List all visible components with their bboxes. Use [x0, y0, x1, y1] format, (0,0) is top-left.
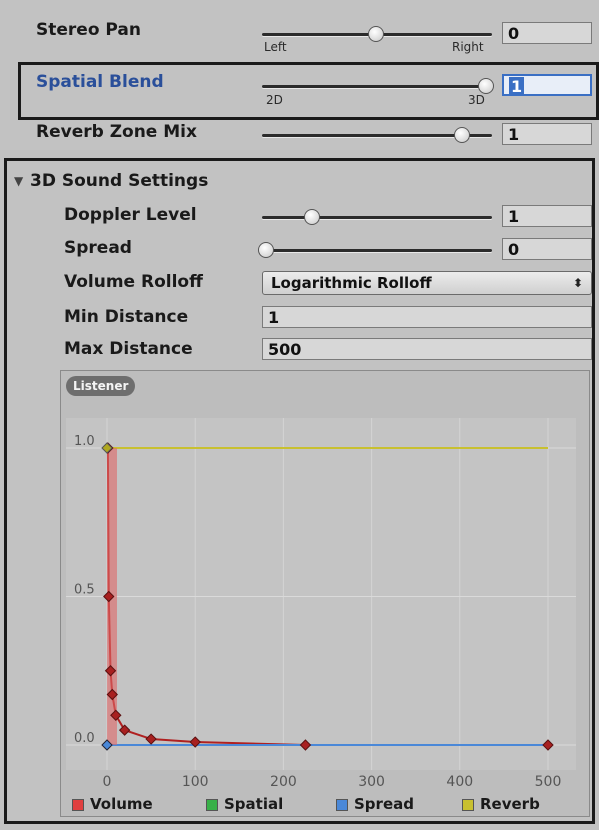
- legend-swatch-spatial: [206, 798, 218, 811]
- stereo-pan-right-tick: Right: [452, 40, 484, 54]
- spread-value-field[interactable]: 0: [502, 238, 592, 260]
- legend-item-volume: Volume: [72, 795, 153, 813]
- min-distance-field[interactable]: 1: [262, 306, 592, 328]
- reverb-zone-mix-label: Reverb Zone Mix: [36, 122, 197, 142]
- stereo-pan-left-tick: Left: [264, 40, 287, 54]
- legend-label-spread: Spread: [354, 795, 414, 813]
- foldout-triangle-icon[interactable]: ▼: [14, 174, 23, 188]
- spatial-blend-right-tick: 3D: [468, 93, 485, 107]
- spatial-blend-slider-thumb[interactable]: [478, 78, 494, 94]
- max-distance-field[interactable]: 500: [262, 338, 592, 360]
- legend-label-volume: Volume: [90, 795, 153, 813]
- legend-item-reverb: Reverb: [462, 795, 540, 813]
- legend-item-spatial: Spatial: [206, 795, 283, 813]
- legend-label-spatial: Spatial: [224, 795, 284, 813]
- spatial-blend-value-text: 1: [509, 77, 525, 96]
- doppler-value-field[interactable]: 1: [502, 205, 592, 227]
- stereo-pan-value-field[interactable]: 0: [502, 22, 592, 44]
- rolloff-graph-panel: [60, 370, 590, 817]
- spatial-blend-label: Spatial Blend: [36, 72, 164, 92]
- listener-badge[interactable]: Listener: [66, 376, 136, 396]
- spatial-blend-slider-track[interactable]: [262, 85, 492, 88]
- stereo-pan-slider-thumb[interactable]: [368, 26, 384, 42]
- spread-slider-track[interactable]: [262, 249, 492, 252]
- stereo-pan-label: Stereo Pan: [36, 20, 141, 40]
- legend-item-spread: Spread: [336, 795, 414, 813]
- volume-rolloff-dropdown[interactable]: Logarithmic Rolloff ⬍: [262, 271, 592, 295]
- min-distance-label: Min Distance: [64, 307, 189, 327]
- doppler-slider-track[interactable]: [262, 216, 492, 219]
- volume-rolloff-label: Volume Rolloff: [64, 272, 203, 292]
- reverb-zone-mix-slider-thumb[interactable]: [454, 127, 470, 143]
- sound-3d-header-label: 3D Sound Settings: [30, 171, 209, 191]
- legend-swatch-spread: [336, 798, 348, 811]
- legend-swatch-volume: [72, 798, 84, 811]
- spread-label: Spread: [64, 238, 132, 258]
- max-distance-label: Max Distance: [64, 339, 193, 359]
- legend-swatch-reverb: [462, 798, 474, 811]
- legend-label-reverb: Reverb: [480, 795, 540, 813]
- volume-rolloff-selected: Logarithmic Rolloff: [271, 274, 432, 292]
- spread-slider-thumb[interactable]: [258, 242, 274, 258]
- reverb-zone-mix-value-field[interactable]: 1: [502, 123, 592, 145]
- doppler-label: Doppler Level: [64, 205, 197, 225]
- spatial-blend-left-tick: 2D: [266, 93, 283, 107]
- dropdown-arrow-icon: ⬍: [572, 276, 583, 290]
- spatial-blend-value-field[interactable]: 1: [502, 74, 592, 96]
- doppler-slider-thumb[interactable]: [304, 209, 320, 225]
